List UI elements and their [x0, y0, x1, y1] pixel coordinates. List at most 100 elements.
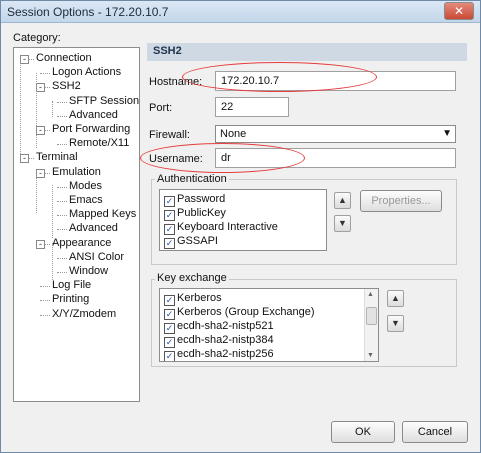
firewall-label: Firewall:: [149, 129, 190, 141]
kex-item[interactable]: ✓ Kerberos: [160, 291, 364, 306]
section-header: SSH2: [147, 43, 467, 61]
tree-connector: [57, 186, 67, 188]
tree-connector: [40, 73, 50, 75]
key-exchange-items: ✓ Kerberos ✓ Kerberos (Group Exchange) ✓ ecdh…: [160, 291, 364, 361]
scroll-down-icon[interactable]: ▼: [367, 352, 374, 359]
arrow-down-icon: ▼: [391, 318, 400, 328]
auth-item-label: Keyboard Interactive: [177, 221, 278, 233]
authentication-list[interactable]: ✓ Password ✓ PublicKey ✓ Keyboard Interactive…: [159, 189, 327, 251]
tree-item-emacs[interactable]: Emacs: [69, 194, 103, 208]
tree-item-mapped-keys[interactable]: Mapped Keys: [69, 208, 136, 222]
arrow-down-icon: ▼: [338, 218, 347, 228]
key-exchange-scrollbar[interactable]: ▲ ▼: [364, 289, 378, 361]
tree-connector: [40, 286, 50, 288]
tree-item-logon-actions[interactable]: Logon Actions: [52, 66, 121, 80]
tree-connector: [57, 201, 67, 202]
kex-move-up-button[interactable]: ▲: [387, 290, 404, 307]
hostname-label: Hostname:: [149, 76, 203, 88]
auth-item[interactable]: ✓ PublicKey: [160, 206, 326, 221]
auth-item-label: PublicKey: [177, 207, 226, 219]
scroll-up-icon[interactable]: ▲: [367, 291, 374, 298]
tree-item-advanced[interactable]: Advanced: [69, 222, 118, 236]
auth-item[interactable]: ✓ GSSAPI: [160, 234, 326, 249]
auth-move-down-button[interactable]: ▼: [334, 215, 351, 232]
dropdown-arrow-icon: ▼: [442, 128, 452, 139]
cancel-button[interactable]: Cancel: [402, 421, 468, 443]
kex-item-label: ecdh-sha2-nistp521: [177, 320, 274, 332]
tree-item-ansi-color[interactable]: ANSI Color: [69, 251, 124, 265]
title-bar[interactable]: Session Options - 172.20.10.7 ✕: [1, 1, 480, 23]
kex-item-label: Kerberos (Group Exchange): [177, 306, 315, 318]
kex-item-label: Kerberos: [177, 292, 222, 304]
tree-item-connection[interactable]: Connection: [36, 52, 92, 66]
tree-guide-line: [20, 59, 21, 158]
properties-button[interactable]: Properties...: [360, 190, 442, 212]
key-exchange-label: Key exchange: [155, 272, 229, 284]
tree-item-terminal[interactable]: Terminal: [36, 151, 78, 165]
tree-expander-icon[interactable]: -: [36, 239, 45, 249]
kex-move-down-button[interactable]: ▼: [387, 315, 404, 332]
tree-connector: [57, 215, 67, 217]
auth-item-label: Password: [177, 193, 226, 205]
auth-item[interactable]: ✓ Keyboard Interactive: [160, 220, 326, 235]
tree-connector: [57, 144, 67, 146]
tree-item-remote-x11[interactable]: Remote/X11: [69, 137, 129, 151]
auth-move-up-button[interactable]: ▲: [334, 192, 351, 209]
tree-connector: [57, 257, 67, 259]
close-button[interactable]: ✕: [444, 2, 474, 20]
tree-guide-line: [52, 101, 53, 117]
tree-guide-line: [36, 171, 37, 213]
tree-item-printing[interactable]: Printing: [52, 293, 89, 307]
port-input[interactable]: 22: [215, 97, 289, 117]
port-label: Port:: [149, 102, 173, 114]
arrow-up-icon: ▲: [338, 195, 347, 205]
tree-item-emulation[interactable]: Emulation: [52, 166, 101, 180]
kex-item-label: ecdh-sha2-nistp384: [177, 334, 274, 346]
tree-expander-icon[interactable]: -: [20, 154, 29, 164]
tree-item-x-y-zmodem[interactable]: X/Y/Zmodem: [52, 308, 116, 322]
tree-expander-icon[interactable]: -: [36, 83, 45, 93]
auth-item[interactable]: ✓ Password: [160, 192, 326, 207]
tree-guide-line: [36, 73, 37, 148]
tree-item-appearance[interactable]: Appearance: [52, 237, 111, 251]
kex-item[interactable]: ✓ Kerberos (Group Exchange): [160, 305, 364, 320]
close-icon: ✕: [453, 4, 465, 18]
auth-item-label: GSSAPI: [177, 235, 218, 247]
tree-expander-icon[interactable]: -: [36, 168, 45, 178]
tree-item-port-forwarding[interactable]: Port Forwarding: [52, 123, 130, 137]
kex-item[interactable]: ✓ ecdh-sha2-nistp256: [160, 347, 364, 361]
tree-expander-icon[interactable]: -: [20, 55, 29, 64]
ok-button[interactable]: OK: [331, 421, 395, 443]
kex-item-label: ecdh-sha2-nistp256: [177, 348, 274, 360]
arrow-up-icon: ▲: [391, 293, 400, 303]
tree-expander-icon[interactable]: -: [36, 126, 45, 135]
tree-connector: [57, 101, 67, 103]
category-tree[interactable]: Connection - Logon Actions SSH2- SFTP Sessio…: [13, 47, 140, 402]
key-exchange-listbox[interactable]: ✓ Kerberos ✓ Kerberos (Group Exchange) ✓ ecdh…: [159, 288, 379, 362]
checkbox[interactable]: ✓: [164, 351, 175, 361]
firewall-select[interactable]: None ▼: [215, 125, 456, 143]
tree-item-ssh2[interactable]: SSH2: [52, 80, 81, 94]
tree-connector: [40, 300, 50, 302]
firewall-value: None: [220, 128, 247, 140]
tree-connector: [57, 272, 67, 273]
tree-item-modes[interactable]: Modes: [69, 180, 102, 194]
username-input[interactable]: dr: [215, 148, 456, 168]
kex-item[interactable]: ✓ ecdh-sha2-nistp521: [160, 319, 364, 334]
username-label: Username:: [149, 153, 203, 165]
kex-item[interactable]: ✓ ecdh-sha2-nistp384: [160, 333, 364, 348]
hostname-input[interactable]: 172.20.10.7: [215, 71, 456, 91]
tree-connector: [57, 115, 67, 117]
tree-connector: [40, 314, 50, 316]
checkbox[interactable]: ✓: [164, 238, 175, 249]
tree-item-window[interactable]: Window: [69, 265, 108, 279]
session-options-dialog: Session Options - 172.20.10.7 ✕ Category…: [0, 0, 481, 453]
tree-item-advanced[interactable]: Advanced: [69, 109, 118, 123]
scroll-thumb[interactable]: [366, 307, 377, 325]
authentication-label: Authentication: [155, 173, 229, 185]
tree-guide-line: [52, 243, 53, 280]
tree-item-log-file[interactable]: Log File: [52, 279, 91, 293]
tree-guide-line: [52, 185, 53, 238]
tree-connector: [57, 229, 67, 231]
tree-item-sftp-session[interactable]: SFTP Session: [69, 95, 139, 109]
